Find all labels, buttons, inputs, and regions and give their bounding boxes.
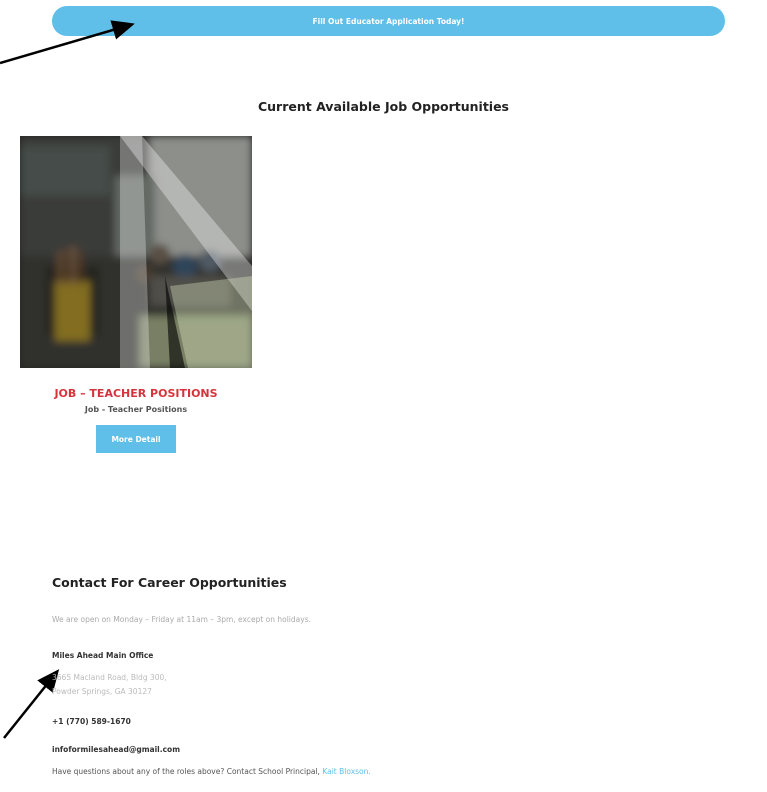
job-subtitle: Job - Teacher Positions — [84, 405, 188, 414]
more-detail-label: More Detail — [111, 434, 161, 444]
office-hours-text: We are open on Monday – Friday at 11am –… — [52, 615, 311, 624]
application-cta-label: Fill Out Educator Application Today! — [312, 16, 465, 26]
principal-link[interactable]: Kait Bloxson. — [322, 767, 370, 776]
job-title[interactable]: JOB – TEACHER POSITIONS — [20, 387, 252, 400]
address-line-2: Powder Springs, GA 30127 — [52, 687, 152, 696]
annotation-arrow-bottom — [3, 669, 60, 739]
classroom-photo — [20, 136, 252, 368]
email-address[interactable]: infoformilesahead@gmail.com — [52, 745, 180, 754]
office-name: Miles Ahead Main Office — [52, 651, 154, 660]
application-cta-button[interactable]: Fill Out Educator Application Today! — [52, 6, 725, 36]
questions-label: Have questions about any of the roles ab… — [52, 767, 320, 776]
contact-section-title: Contact For Career Opportunities — [52, 575, 287, 590]
questions-text: Have questions about any of the roles ab… — [52, 767, 371, 776]
jobs-section-title: Current Available Job Opportunities — [257, 99, 510, 114]
phone-number[interactable]: +1 (770) 589-1670 — [52, 717, 131, 726]
more-detail-button[interactable]: More Detail — [96, 425, 176, 453]
address-line-1: 3665 Macland Road, Bldg 300, — [52, 673, 167, 682]
job-card-image[interactable] — [20, 136, 252, 368]
